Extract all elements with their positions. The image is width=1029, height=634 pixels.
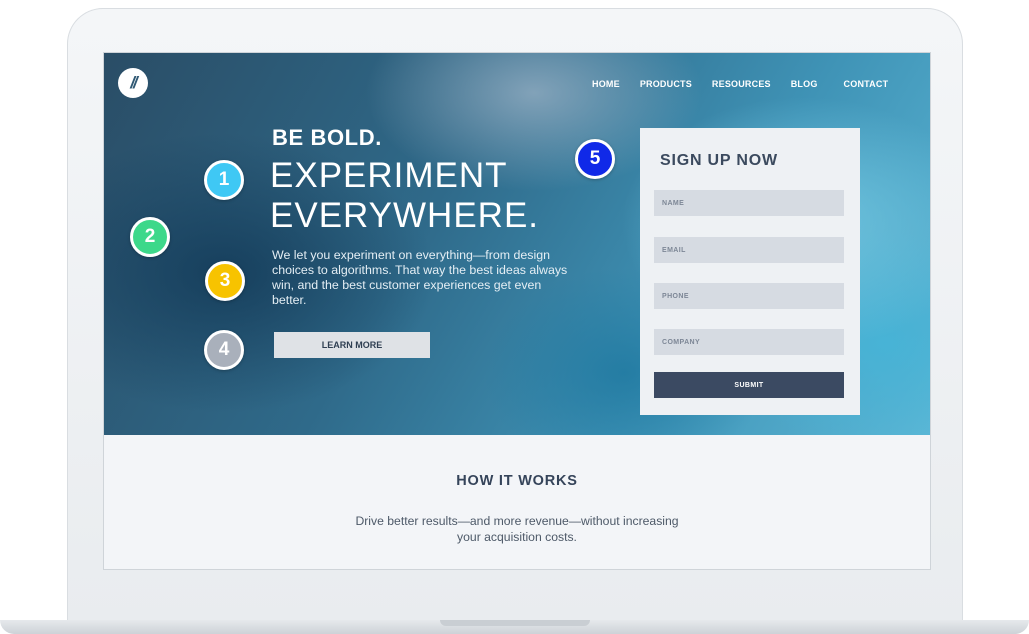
annotation-marker-4: 4 bbox=[204, 330, 244, 370]
signup-form: SIGN UP NOW SUBMIT bbox=[640, 128, 860, 415]
annotation-marker-2: 2 bbox=[130, 217, 170, 257]
marker-2-label: 2 bbox=[144, 226, 156, 247]
top-navigation: HOME PRODUCTS RESOURCES BLOG CONTACT bbox=[592, 79, 888, 89]
brand-logo[interactable]: // bbox=[118, 68, 148, 98]
laptop-screen: // HOME PRODUCTS RESOURCES BLOG CONTACT … bbox=[104, 53, 930, 569]
company-field[interactable] bbox=[654, 329, 844, 355]
marker-5-label: 5 bbox=[589, 148, 601, 169]
learn-more-button[interactable]: LEARN MORE bbox=[274, 332, 430, 358]
submit-button[interactable]: SUBMIT bbox=[654, 372, 844, 398]
hero-eyebrow: BE BOLD. bbox=[272, 125, 382, 150]
how-it-works-description: Drive better results—and more revenue—wi… bbox=[355, 514, 679, 544]
email-field[interactable] bbox=[654, 237, 844, 263]
marker-3-label: 3 bbox=[219, 270, 231, 291]
marker-4-label: 4 bbox=[218, 339, 230, 360]
nav-contact[interactable]: CONTACT bbox=[844, 79, 889, 89]
nav-home[interactable]: HOME bbox=[592, 79, 620, 89]
hero-description: We let you experiment on everything—from… bbox=[272, 248, 568, 307]
annotation-marker-5: 5 bbox=[575, 139, 615, 179]
name-field[interactable] bbox=[654, 190, 844, 216]
nav-products[interactable]: PRODUCTS bbox=[640, 79, 692, 89]
marker-1-label: 1 bbox=[218, 169, 230, 190]
hero-headline-line-2: EVERYWHERE. bbox=[270, 196, 540, 235]
phone-field[interactable] bbox=[654, 283, 844, 309]
signup-title: SIGN UP NOW bbox=[660, 152, 778, 169]
hero-section: // HOME PRODUCTS RESOURCES BLOG CONTACT … bbox=[104, 53, 930, 435]
how-it-works-title: HOW IT WORKS bbox=[456, 473, 578, 489]
annotation-marker-1: 1 bbox=[204, 160, 244, 200]
nav-resources[interactable]: RESOURCES bbox=[712, 79, 771, 89]
annotation-marker-3: 3 bbox=[205, 261, 245, 301]
nav-blog[interactable]: BLOG bbox=[791, 79, 818, 89]
hero-headline-line-1: EXPERIMENT bbox=[270, 156, 508, 195]
laptop-notch bbox=[440, 620, 590, 626]
